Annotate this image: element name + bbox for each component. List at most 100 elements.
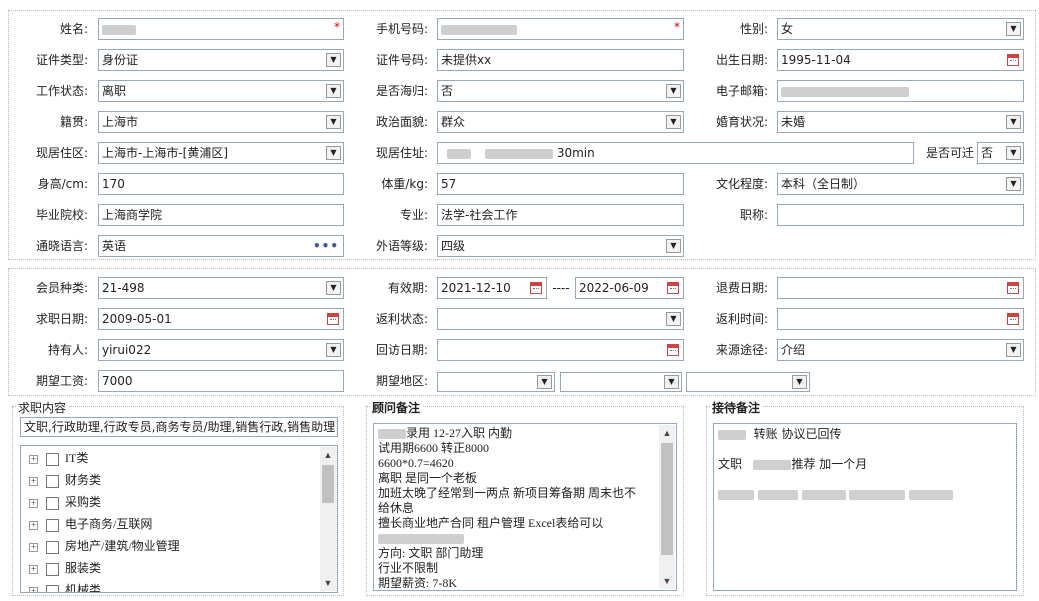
chevron-down-icon[interactable]: ▼ (1006, 22, 1021, 36)
area-district-select[interactable]: ▼ (686, 372, 810, 392)
idtype-select[interactable]: 身份证 ▼ (98, 49, 344, 71)
area-city-select[interactable]: ▼ (560, 372, 682, 392)
major-field[interactable]: 法学-社会工作 (437, 204, 684, 226)
level-select[interactable]: 四级 ▼ (437, 235, 684, 257)
phone-field[interactable]: * (437, 18, 684, 40)
valid-to-field[interactable]: 2022-06-09 (575, 277, 684, 299)
checkbox[interactable] (46, 584, 59, 592)
lang-field[interactable]: 英语 ••• (98, 235, 344, 257)
scroll-up-icon[interactable]: ▲ (320, 447, 336, 463)
area-province-select[interactable]: ▼ (437, 372, 555, 392)
chevron-down-icon[interactable]: ▼ (326, 343, 341, 357)
calendar-icon[interactable] (1007, 282, 1019, 294)
email-field[interactable] (777, 80, 1024, 102)
visit-date-field[interactable] (437, 339, 684, 361)
expand-icon[interactable]: + (29, 586, 38, 592)
weight-field[interactable]: 57 (437, 173, 684, 195)
tree-item[interactable]: + 财务类 (29, 470, 101, 490)
refund-date-field[interactable] (777, 277, 1024, 299)
calendar-icon[interactable] (667, 282, 679, 294)
valid-separator: ---- (552, 281, 570, 295)
gender-select[interactable]: 女 ▼ (777, 18, 1024, 40)
checkbox[interactable] (46, 496, 59, 510)
member-form: 姓名: * 手机号码: * 性别: 女 ▼ 证件类型: 身份证 ▼ 证件号码: 未提… (0, 0, 1039, 601)
rebatetime-field[interactable] (777, 308, 1024, 330)
calendar-icon[interactable] (1007, 313, 1019, 325)
chevron-down-icon[interactable]: ▼ (666, 84, 681, 98)
calendar-icon[interactable] (327, 313, 339, 325)
tree-item[interactable]: + 服装类 (29, 558, 101, 578)
expand-icon[interactable]: + (29, 476, 38, 486)
job-summary-field[interactable]: 文职,行政助理,行政专员,商务专员/助理,销售行政,销售助理 (20, 417, 338, 437)
checkbox[interactable] (46, 562, 59, 576)
source-select[interactable]: 介绍 ▼ (777, 339, 1024, 361)
address-field[interactable]: 30min (437, 142, 914, 164)
politics-select[interactable]: 群众 ▼ (437, 111, 684, 133)
expand-icon[interactable]: + (29, 454, 38, 464)
chevron-down-icon[interactable]: ▼ (326, 146, 341, 160)
scroll-up-icon[interactable]: ▲ (659, 425, 675, 441)
calendar-icon[interactable] (530, 282, 542, 294)
idno-field[interactable]: 未提供xx (437, 49, 684, 71)
expand-icon[interactable]: + (29, 564, 38, 574)
calendar-icon[interactable] (667, 344, 679, 356)
checkbox[interactable] (46, 474, 59, 488)
birth-date-field[interactable]: 1995-11-04 (777, 49, 1024, 71)
rebate-select[interactable]: ▼ (437, 308, 684, 330)
more-icon[interactable]: ••• (313, 236, 339, 256)
jobdate-field[interactable]: 2009-05-01 (98, 308, 344, 330)
reception-notes-textarea[interactable]: 转账 协议已回传 文职 推荐 加一个月 (713, 423, 1017, 591)
chevron-down-icon[interactable]: ▼ (664, 375, 679, 389)
height-field[interactable]: 170 (98, 173, 344, 195)
chevron-down-icon[interactable]: ▼ (326, 281, 341, 295)
advisor-notes-textarea[interactable]: 录用 12-27入职 内勤 试用期6600 转正8000 6600*0.7=4620… (373, 423, 677, 591)
scroll-down-icon[interactable]: ▼ (659, 573, 675, 589)
chevron-down-icon[interactable]: ▼ (792, 375, 807, 389)
native-select[interactable]: 上海市 ▼ (98, 111, 344, 133)
chevron-down-icon[interactable]: ▼ (1006, 343, 1021, 357)
tree-scrollbar[interactable]: ▲ ▼ (320, 447, 336, 591)
lang-value: 英语 (102, 239, 127, 253)
notes-scrollbar[interactable]: ▲ ▼ (659, 425, 675, 589)
tree-item[interactable]: + 电子商务/互联网 (29, 514, 152, 534)
expand-icon[interactable]: + (29, 520, 38, 530)
work-select[interactable]: 离职 ▼ (98, 80, 344, 102)
valid-from-field[interactable]: 2021-12-10 (437, 277, 547, 299)
checkbox[interactable] (46, 452, 59, 466)
checkbox[interactable] (46, 540, 59, 554)
scroll-thumb[interactable] (661, 443, 673, 555)
member-type-select[interactable]: 21-498 ▼ (98, 277, 344, 299)
chevron-down-icon[interactable]: ▼ (666, 239, 681, 253)
holder-select[interactable]: yirui022 ▼ (98, 339, 344, 361)
tree-item[interactable]: + 机械类 (29, 580, 101, 592)
expand-icon[interactable]: + (29, 542, 38, 552)
checkbox[interactable] (46, 518, 59, 532)
chevron-down-icon[interactable]: ▼ (1006, 177, 1021, 191)
scroll-thumb[interactable] (322, 465, 334, 503)
tree-item[interactable]: + 采购类 (29, 492, 101, 512)
scroll-down-icon[interactable]: ▼ (320, 575, 336, 591)
chevron-down-icon[interactable]: ▼ (1006, 146, 1021, 160)
edu-select[interactable]: 本科（全日制） ▼ (777, 173, 1024, 195)
height-label: 身高/cm: (37, 177, 88, 191)
name-field[interactable]: * (98, 18, 344, 40)
abroad-select[interactable]: 否 ▼ (437, 80, 684, 102)
chevron-down-icon[interactable]: ▼ (326, 84, 341, 98)
residence-select[interactable]: 上海市-上海市-[黄浦区] ▼ (98, 142, 344, 164)
relocate-select[interactable]: 否 ▼ (977, 142, 1024, 164)
marital-select[interactable]: 未婚 ▼ (777, 111, 1024, 133)
tree-item[interactable]: + IT类 (29, 448, 88, 468)
chevron-down-icon[interactable]: ▼ (666, 115, 681, 129)
salary-field[interactable]: 7000 (98, 370, 344, 392)
school-field[interactable]: 上海商学院 (98, 204, 344, 226)
job-category-tree[interactable]: + IT类 + 财务类 + 采购类 + 电子商务/互联网 + 房地产/建筑/物业管理 + 服装类 + 机械… (20, 445, 338, 593)
title-field[interactable] (777, 204, 1024, 226)
expand-icon[interactable]: + (29, 498, 38, 508)
chevron-down-icon[interactable]: ▼ (326, 53, 341, 67)
chevron-down-icon[interactable]: ▼ (1006, 115, 1021, 129)
calendar-icon[interactable] (1007, 54, 1019, 66)
chevron-down-icon[interactable]: ▼ (537, 375, 552, 389)
chevron-down-icon[interactable]: ▼ (666, 312, 681, 326)
tree-item[interactable]: + 房地产/建筑/物业管理 (29, 536, 180, 556)
chevron-down-icon[interactable]: ▼ (326, 115, 341, 129)
